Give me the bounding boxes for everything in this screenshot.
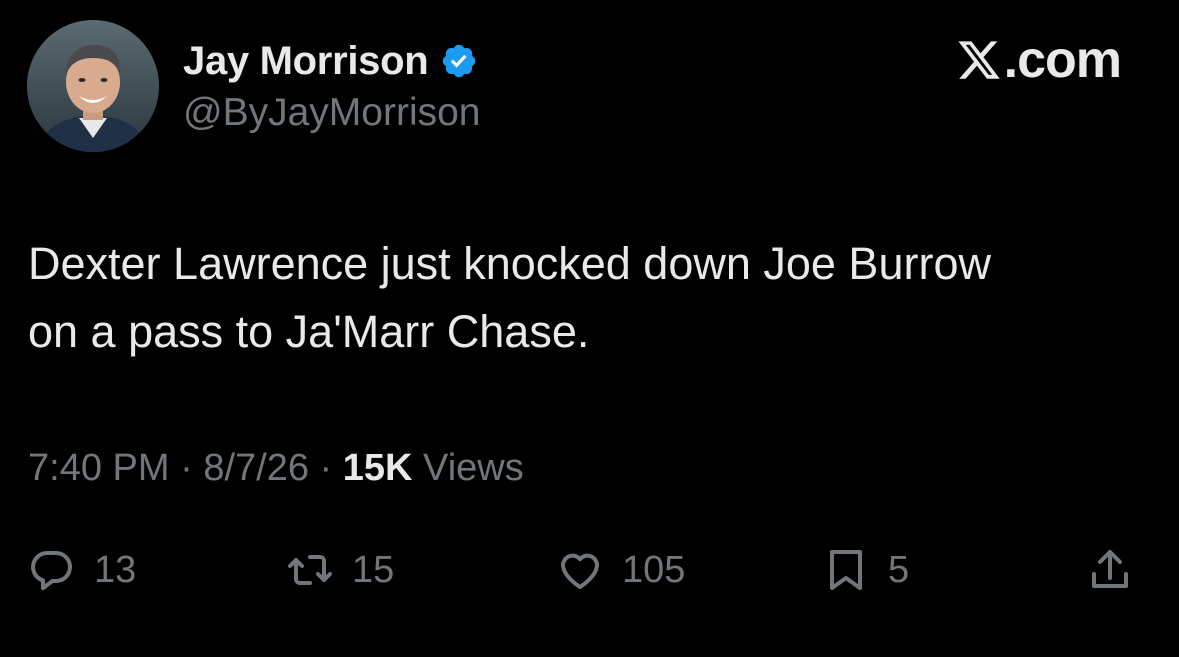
retweet-icon — [286, 546, 334, 594]
reply-icon — [28, 546, 76, 594]
author-handle[interactable]: @ByJayMorrison — [183, 88, 481, 138]
meta-separator: · — [180, 447, 193, 489]
avatar-image — [27, 20, 159, 152]
x-logo-icon — [956, 37, 1002, 83]
retweet-button[interactable]: 15 — [286, 540, 394, 600]
bookmark-icon — [822, 546, 870, 594]
meta-separator: · — [319, 447, 333, 489]
verified-badge-icon — [440, 42, 478, 80]
share-icon — [1086, 546, 1134, 594]
author-name-row: Jay Morrison — [183, 36, 478, 86]
action-bar: 13 15 105 5 — [0, 540, 1179, 600]
tweet-meta: 7:40 PM · 8/7/26 · 15K Views — [28, 444, 524, 492]
heart-icon — [556, 546, 604, 594]
share-button[interactable] — [1086, 540, 1134, 600]
tweet-text: Dexter Lawrence just knocked down Joe Bu… — [28, 238, 991, 357]
retweet-count: 15 — [352, 549, 395, 591]
views-label: Views — [423, 447, 524, 489]
reply-count: 13 — [94, 549, 137, 591]
like-button[interactable]: 105 — [556, 540, 685, 600]
brand-watermark: .com — [956, 30, 1122, 90]
tweet-card: Jay Morrison @ByJayMorrison .com Dexter … — [0, 0, 1179, 657]
avatar[interactable] — [27, 20, 159, 152]
bookmark-count: 5 — [888, 549, 910, 591]
bookmark-button[interactable]: 5 — [822, 540, 909, 600]
views-count: 15K — [342, 447, 413, 489]
author-display-name[interactable]: Jay Morrison — [183, 36, 429, 86]
tweet-date[interactable]: 8/7/26 — [203, 447, 309, 489]
reply-button[interactable]: 13 — [28, 540, 136, 600]
brand-text: .com — [1003, 31, 1122, 89]
like-count: 105 — [622, 549, 686, 591]
tweet-time[interactable]: 7:40 PM — [28, 447, 170, 489]
